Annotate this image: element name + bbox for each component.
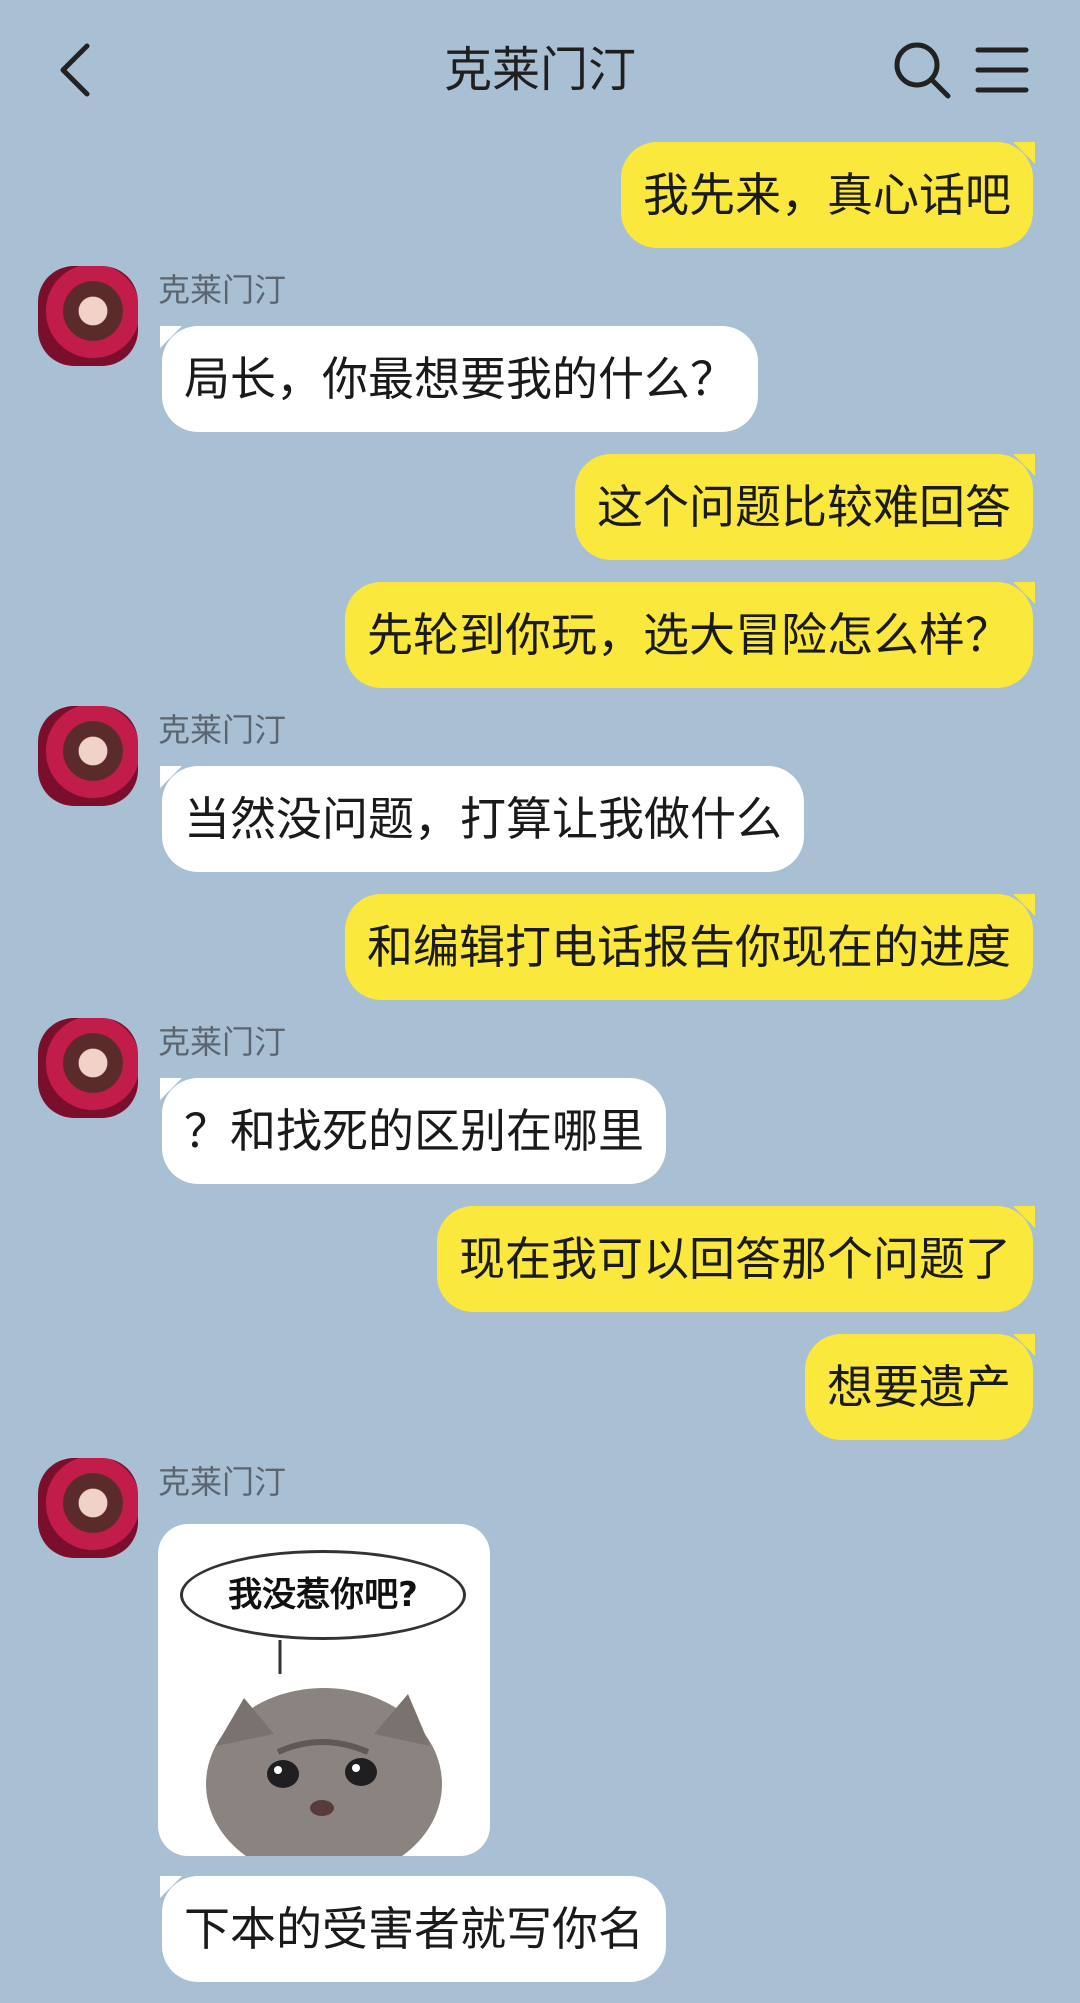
sticker-image[interactable]: 我没惹你吧?	[158, 1524, 490, 1856]
message-bubble-sent[interactable]: 想要遗产	[805, 1334, 1035, 1440]
avatar[interactable]	[38, 1458, 138, 1558]
menu-icon	[975, 47, 1029, 93]
search-icon	[894, 42, 951, 99]
chat-header: 克莱门汀	[0, 0, 1080, 140]
sender-name: 克莱门汀	[158, 1023, 287, 1061]
message-bubble-received[interactable]: 局长，你最想要我的什么？	[160, 326, 758, 432]
menu-button[interactable]	[970, 38, 1034, 102]
sender-name: 克莱门汀	[158, 1463, 287, 1501]
message-bubble-sent[interactable]: 这个问题比较难回答	[575, 454, 1035, 560]
sender-name: 克莱门汀	[158, 271, 287, 309]
message-bubble-sent[interactable]: 先轮到你玩，选大冒险怎么样？	[345, 582, 1035, 688]
message-bubble-sent[interactable]: 我先来，真心话吧	[621, 142, 1035, 248]
avatar[interactable]	[38, 1018, 138, 1118]
message-bubble-received[interactable]: ？和找死的区别在哪里	[160, 1078, 666, 1184]
message-bubble-sent[interactable]: 和编辑打电话报告你现在的进度	[345, 894, 1035, 1000]
message-bubble-received[interactable]: 下本的受害者就写你名	[160, 1876, 666, 1982]
message-bubble-received[interactable]: 当然没问题，打算让我做什么	[160, 766, 804, 872]
search-button[interactable]	[890, 38, 954, 102]
cat-illustration	[206, 1640, 442, 1856]
avatar[interactable]	[38, 706, 138, 806]
avatar[interactable]	[38, 266, 138, 366]
message-bubble-sent[interactable]: 现在我可以回答那个问题了	[437, 1206, 1035, 1312]
sender-name: 克莱门汀	[158, 711, 287, 749]
